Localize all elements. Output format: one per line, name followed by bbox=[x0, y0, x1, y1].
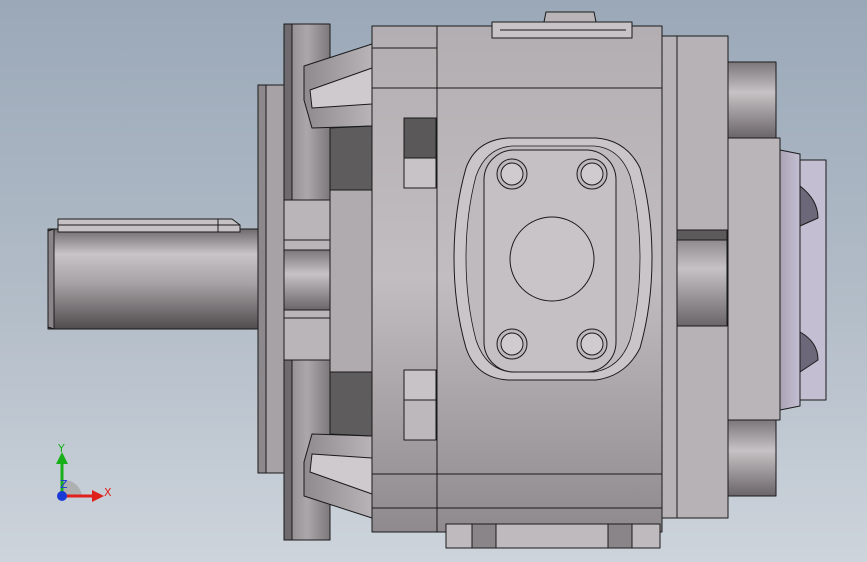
shaft-key[interactable] bbox=[57, 218, 241, 233]
top-port-boss[interactable] bbox=[491, 11, 633, 39]
rear-boss-bottom[interactable] bbox=[727, 419, 777, 497]
pump-model[interactable] bbox=[0, 0, 867, 562]
central-port[interactable] bbox=[509, 216, 595, 302]
rear-cover[interactable] bbox=[661, 35, 729, 519]
pilot-hub[interactable] bbox=[283, 199, 331, 361]
y-axis-label: Y bbox=[57, 442, 65, 455]
rear-end-cap[interactable] bbox=[727, 137, 827, 421]
3d-viewport[interactable]: Y X Z bbox=[0, 0, 867, 562]
bottom-port-boss[interactable] bbox=[445, 523, 661, 549]
drive-shaft[interactable] bbox=[47, 228, 265, 330]
rear-boss-top[interactable] bbox=[727, 61, 777, 139]
z-axis-label: Z bbox=[60, 478, 68, 491]
coordinate-triad[interactable]: Y X Z bbox=[46, 440, 126, 512]
x-axis-label: X bbox=[104, 486, 112, 499]
